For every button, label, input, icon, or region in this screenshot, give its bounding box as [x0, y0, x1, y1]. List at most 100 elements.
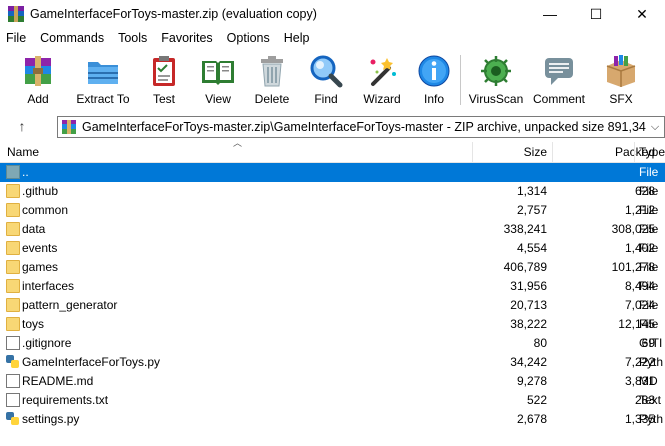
add-button[interactable]: Add	[18, 50, 58, 110]
file-name: data	[22, 222, 46, 236]
address-row: ↑ GameInterfaceForToys-master.zip\GameIn…	[0, 113, 665, 139]
table-row[interactable]: settings.py 2,678 1,335 Pyth	[0, 410, 665, 429]
column-type[interactable]: Type	[639, 142, 665, 163]
document-icon	[6, 336, 20, 350]
virusscan-label: VirusScan	[468, 92, 524, 106]
sort-ascending-icon: ︿	[233, 138, 243, 148]
test-label: Test	[152, 92, 175, 106]
file-size: 406,789	[503, 260, 547, 274]
file-name: pattern_generator	[22, 298, 118, 312]
table-row[interactable]: .. File	[0, 163, 665, 182]
view-button[interactable]: View	[196, 50, 240, 110]
extract-to-label: Extract To	[76, 92, 130, 106]
sfx-label: SFX	[609, 92, 633, 106]
toolbar: Add Extract To Test View Delete Find Wiz…	[0, 50, 665, 110]
extract-folder-icon	[85, 53, 121, 89]
file-name: games	[22, 260, 59, 274]
file-type: File	[639, 184, 659, 198]
up-arrow-button[interactable]: ↑	[8, 116, 36, 136]
file-name: settings.py	[22, 412, 80, 426]
table-row[interactable]: events 4,554 1,402 File	[0, 239, 665, 258]
table-row[interactable]: interfaces 31,956 8,494 File	[0, 277, 665, 296]
file-type: GITI	[639, 336, 663, 350]
chevron-down-icon[interactable]: ⌵	[646, 121, 664, 134]
delete-button[interactable]: Delete	[250, 50, 294, 110]
column-size[interactable]: Size	[524, 142, 547, 163]
wizard-button[interactable]: Wizard	[360, 50, 404, 110]
file-size: 1,314	[516, 184, 547, 198]
file-size: 338,241	[503, 222, 547, 236]
table-row[interactable]: data 338,241 308,025 File	[0, 220, 665, 239]
table-row[interactable]: README.md 9,278 3,831 MD	[0, 372, 665, 391]
file-name: .gitignore	[22, 336, 72, 350]
comment-button[interactable]: Comment	[531, 50, 587, 110]
file-size: 522	[526, 393, 547, 407]
menu-help[interactable]: Help	[277, 28, 317, 48]
folder-icon	[6, 260, 20, 274]
menu-file[interactable]: File	[0, 28, 33, 48]
python-file-icon	[6, 412, 20, 426]
file-type: Pyth	[639, 412, 664, 426]
file-size: 4,554	[516, 241, 547, 255]
minimize-button[interactable]: —	[527, 0, 573, 28]
folder-icon	[6, 279, 20, 293]
add-label: Add	[27, 92, 49, 106]
sfx-button[interactable]: SFX	[601, 50, 641, 110]
address-path: GameInterfaceForToys-master.zip\GameInte…	[82, 120, 646, 134]
comment-icon	[541, 53, 577, 89]
archive-icon	[62, 120, 76, 134]
toolbar-separator	[460, 55, 461, 105]
list-header: ︿ Name Size Packed Type	[0, 138, 665, 163]
file-type: File	[639, 317, 659, 331]
table-row[interactable]: toys 38,222 12,145 File	[0, 315, 665, 334]
file-type: File	[639, 241, 659, 255]
folder-icon	[6, 184, 20, 198]
file-name: interfaces	[22, 279, 75, 293]
table-row[interactable]: .github 1,314 628 File	[0, 182, 665, 201]
file-type: File	[639, 298, 659, 312]
view-label: View	[205, 92, 231, 106]
sfx-box-icon	[603, 53, 639, 89]
virus-scan-icon	[478, 53, 514, 89]
menu-options[interactable]: Options	[220, 28, 277, 48]
virusscan-button[interactable]: VirusScan	[469, 50, 523, 110]
python-file-icon	[6, 355, 20, 369]
test-button[interactable]: Test	[144, 50, 184, 110]
file-type: File	[639, 222, 659, 236]
file-size: 34,242	[510, 355, 547, 369]
folder-icon	[6, 241, 20, 255]
delete-trash-icon	[254, 53, 290, 89]
table-row[interactable]: requirements.txt 522 283 Text	[0, 391, 665, 410]
table-row[interactable]: .gitignore 80 69 GITI	[0, 334, 665, 353]
info-button[interactable]: Info	[414, 50, 454, 110]
menu-tools[interactable]: Tools	[111, 28, 154, 48]
file-size: 80	[533, 336, 547, 350]
table-row[interactable]: GameInterfaceForToys.py 34,242 7,222 Pyth	[0, 353, 665, 372]
find-button[interactable]: Find	[306, 50, 346, 110]
file-type: File	[639, 279, 659, 293]
menu-commands[interactable]: Commands	[33, 28, 111, 48]
address-bar[interactable]: GameInterfaceForToys-master.zip\GameInte…	[57, 116, 665, 138]
file-name: README.md	[22, 374, 94, 388]
folder-icon	[6, 222, 20, 236]
menu-favorites[interactable]: Favorites	[154, 28, 219, 48]
extract-to-button[interactable]: Extract To	[72, 50, 134, 110]
delete-label: Delete	[254, 92, 290, 106]
menu-bar: File Commands Tools Favorites Options He…	[0, 28, 665, 48]
find-label: Find	[314, 92, 338, 106]
info-icon	[416, 53, 452, 89]
wizard-wand-icon	[364, 53, 400, 89]
folder-icon	[6, 203, 20, 217]
table-row[interactable]: games 406,789 101,278 File	[0, 258, 665, 277]
close-button[interactable]: ✕	[619, 0, 665, 28]
table-row[interactable]: pattern_generator 20,713 7,024 File	[0, 296, 665, 315]
file-size: 38,222	[510, 317, 547, 331]
file-type: File	[639, 165, 659, 179]
file-type: Pyth	[639, 355, 664, 369]
column-name[interactable]: Name	[7, 142, 39, 163]
folder-icon	[6, 298, 20, 312]
table-row[interactable]: common 2,757 1,212 File	[0, 201, 665, 220]
file-type: File	[639, 203, 659, 217]
maximize-button[interactable]: ☐	[573, 0, 619, 28]
document-icon	[6, 393, 20, 407]
